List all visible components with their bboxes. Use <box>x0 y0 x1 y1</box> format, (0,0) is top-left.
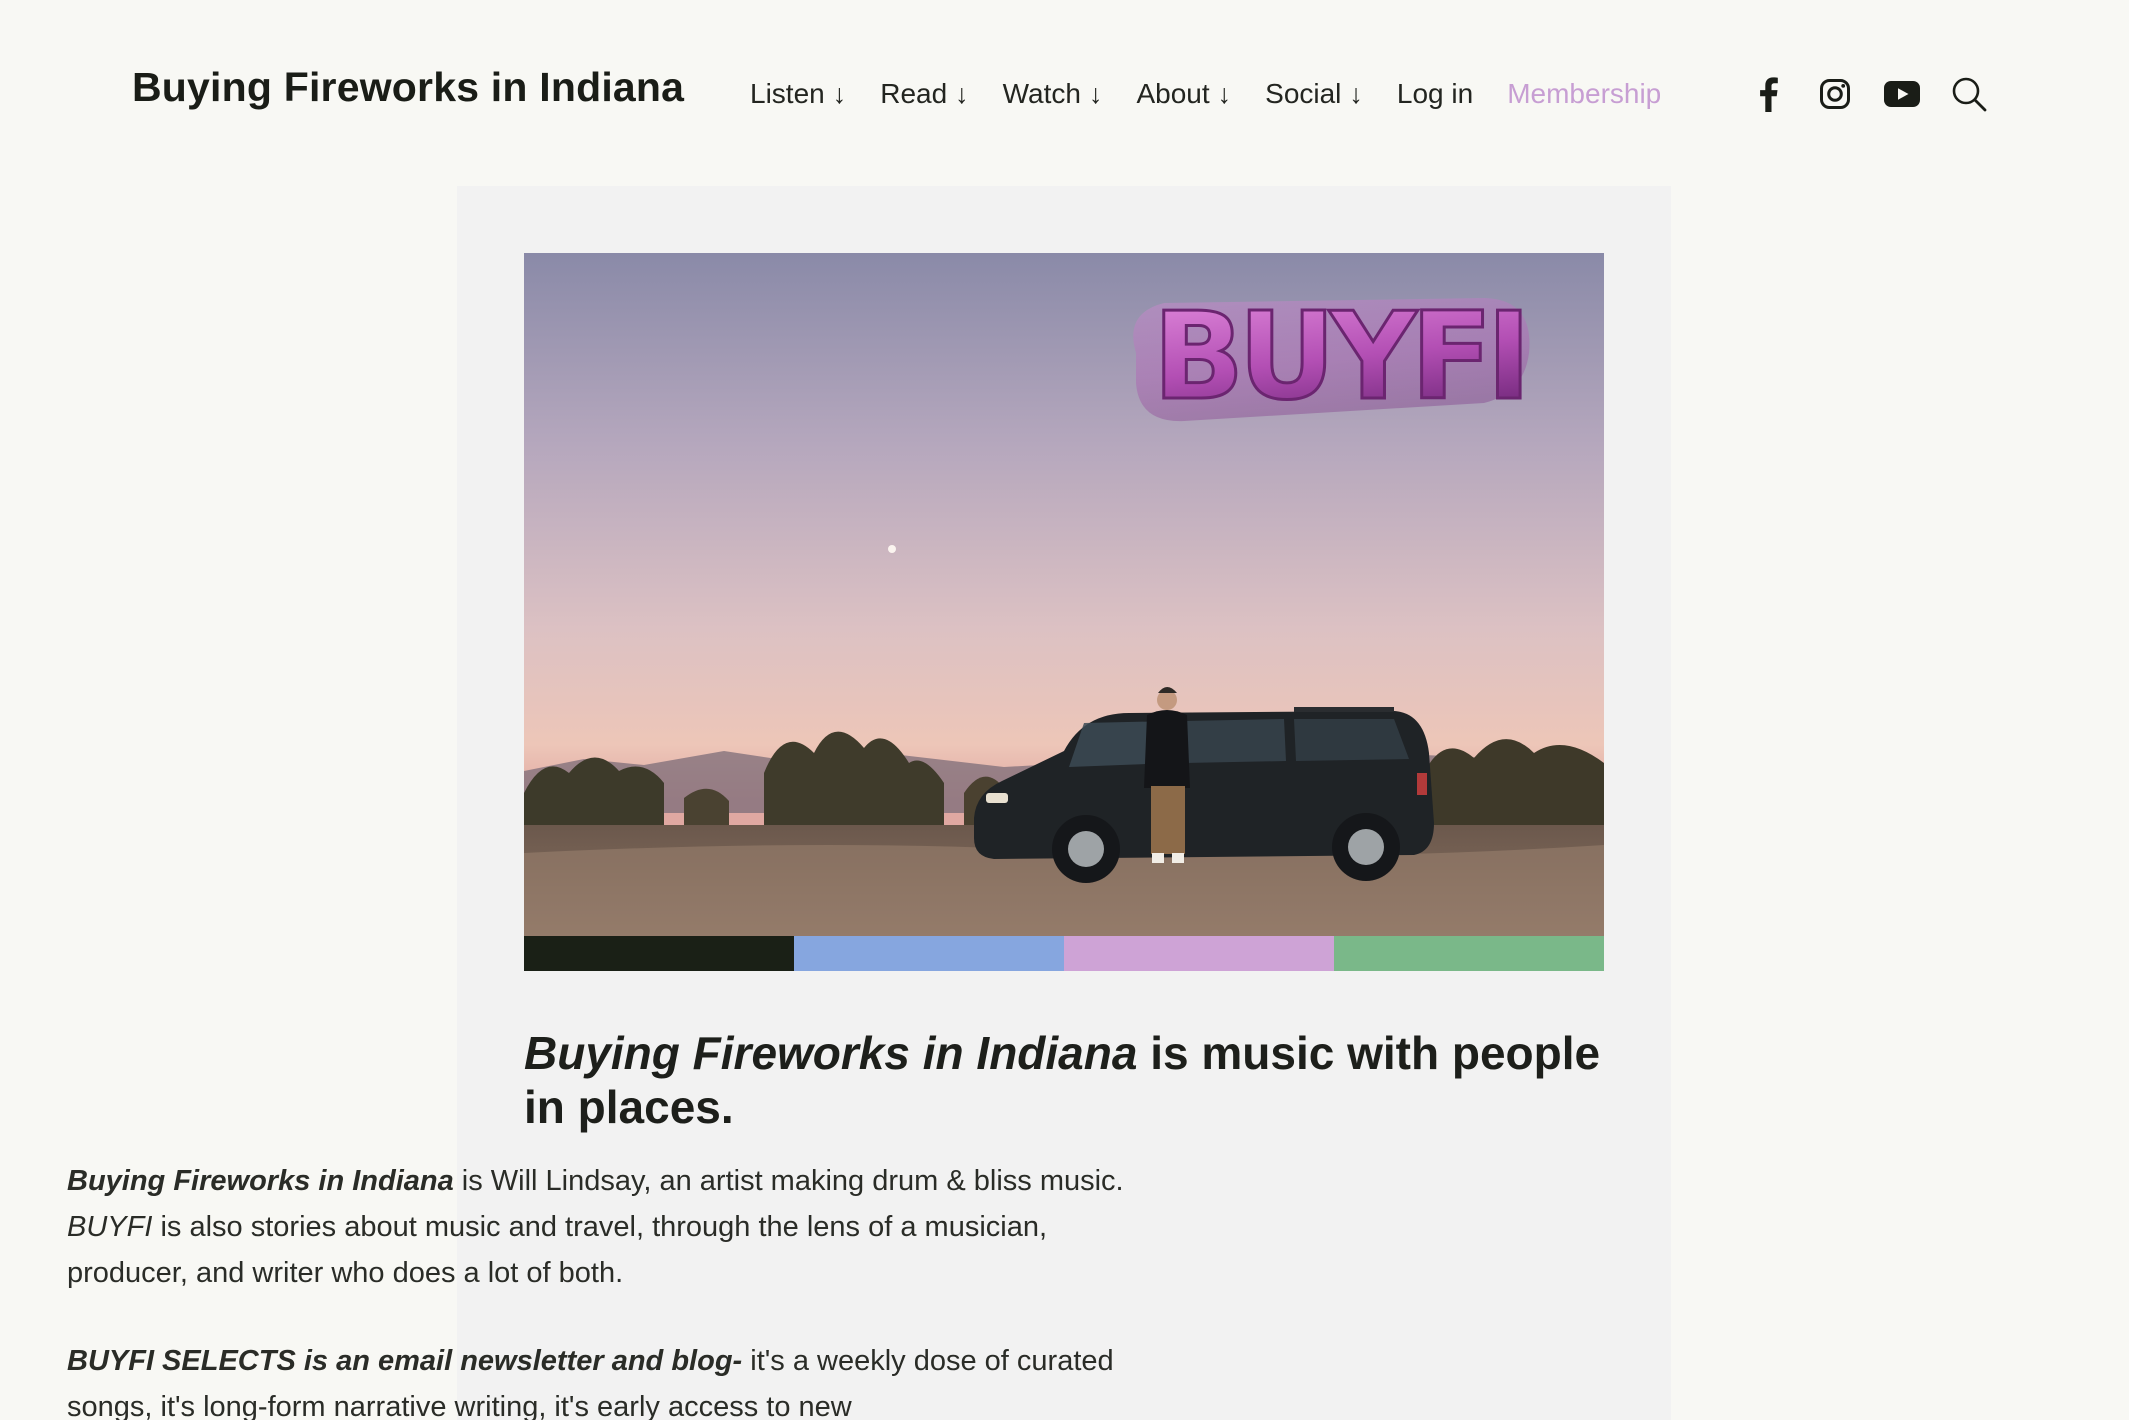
nav-listen-label: Listen <box>750 78 825 109</box>
nav-watch-label: Watch <box>1002 78 1081 109</box>
swatch-blue <box>794 936 1064 971</box>
p1-text-a: is Will Lindsay, an artist making drum &… <box>453 1165 1124 1197</box>
intro-headline: Buying Fireworks in Indiana is music wit… <box>524 1026 1614 1134</box>
nav-read[interactable]: Read ↓ <box>880 78 968 110</box>
color-swatches <box>524 936 1604 971</box>
arrow-down-icon: ↓ <box>1088 78 1103 109</box>
intro-paragraph-2: BUYFI SELECTS is an email newsletter and… <box>67 1338 1147 1420</box>
nav-listen[interactable]: Listen ↓ <box>750 78 846 110</box>
login-link[interactable]: Log in <box>1397 78 1473 110</box>
social-icons <box>1748 71 2016 117</box>
page: Buying Fireworks in Indiana Listen ↓ Rea… <box>0 0 2129 1420</box>
search-icon[interactable] <box>1949 74 1989 114</box>
swatch-dark <box>524 936 794 971</box>
hero-image[interactable]: BUYFI <box>524 253 1604 936</box>
buyfi-logo: BUYFI <box>1133 287 1533 429</box>
nav-social-label: Social <box>1265 78 1342 109</box>
nav-read-label: Read <box>880 78 948 109</box>
nav-about-label: About <box>1136 78 1210 109</box>
site-header: Buying Fireworks in Indiana Listen ↓ Rea… <box>0 0 2129 186</box>
swatch-green <box>1334 936 1604 971</box>
p1-italic: BUYFI <box>67 1211 153 1243</box>
arrow-down-icon: ↓ <box>1349 78 1363 109</box>
arrow-down-icon: ↓ <box>832 78 847 109</box>
p1-bold-italic: Buying Fireworks in Indiana <box>67 1165 454 1197</box>
swatch-pink <box>1064 936 1334 971</box>
p1-text-b: is also stories about music and travel, … <box>67 1211 1048 1289</box>
youtube-icon[interactable] <box>1882 74 1922 114</box>
instagram-icon[interactable] <box>1815 74 1855 114</box>
membership-link[interactable]: Membership <box>1507 78 1661 110</box>
headline-italic: Buying Fireworks in Indiana <box>524 1027 1138 1079</box>
buyfi-logo-text: BUYFI <box>1153 288 1525 427</box>
nav-social[interactable]: Social ↓ <box>1265 78 1363 110</box>
main-nav: Listen ↓ Read ↓ Watch ↓ About ↓ Social ↓… <box>750 73 1695 115</box>
intro-paragraph-1: Buying Fireworks in Indiana is Will Lind… <box>67 1158 1147 1296</box>
nav-about[interactable]: About ↓ <box>1136 78 1231 110</box>
facebook-icon[interactable] <box>1748 74 1788 114</box>
p2-bold-italic: BUYFI SELECTS is an email newsletter and… <box>67 1345 743 1377</box>
site-title[interactable]: Buying Fireworks in Indiana <box>132 64 684 111</box>
nav-watch[interactable]: Watch ↓ <box>1003 78 1103 110</box>
arrow-down-icon: ↓ <box>955 78 969 109</box>
arrow-down-icon: ↓ <box>1217 78 1232 109</box>
